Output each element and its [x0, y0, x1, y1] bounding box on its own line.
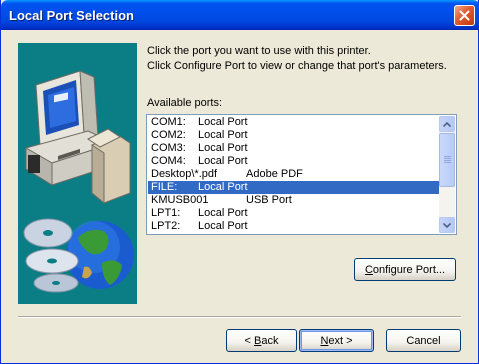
close-button[interactable] — [454, 5, 475, 26]
port-description: Local Port — [198, 142, 248, 154]
cancel-button[interactable]: Cancel — [386, 329, 461, 352]
port-name: COM3: — [151, 142, 186, 154]
port-list-item[interactable]: COM4: Local Port — [148, 155, 440, 168]
port-list-item[interactable]: LPT2: Local Port — [148, 220, 440, 233]
ports-listbox[interactable]: COM1: Local Port COM2: Local Port COM3: Local… — [146, 114, 457, 235]
chevron-down-icon — [443, 222, 451, 228]
port-list-item[interactable]: COM2: Local Port — [148, 129, 440, 142]
chevron-up-icon — [443, 121, 451, 127]
next-button[interactable]: Next > — [299, 329, 374, 352]
port-description: Local Port — [198, 116, 248, 128]
configure-port-button[interactable]: Configure Port... — [354, 258, 456, 281]
wizard-illustration — [18, 43, 137, 304]
port-description: Local Port — [198, 207, 248, 219]
port-description: Local Port — [198, 181, 248, 193]
port-list-item[interactable]: KMUSB001 USB Port — [148, 194, 440, 207]
port-name: Desktop\*.pdf — [151, 168, 218, 180]
port-list-item[interactable]: LPT1: Local Port — [148, 207, 440, 220]
dialog-window: Local Port Selection Click the port you … — [0, 0, 479, 364]
port-printer: Adobe PDF — [246, 168, 303, 180]
port-description: Local Port — [198, 220, 248, 232]
port-name: LPT2: — [151, 220, 181, 232]
port-name: COM4: — [151, 155, 186, 167]
close-icon — [459, 10, 470, 21]
available-ports-label: Available ports: — [147, 97, 223, 109]
computer-disc-globe-icon — [23, 70, 134, 293]
scroll-down-button[interactable] — [439, 217, 455, 233]
ports-list: COM1: Local Port COM2: Local Port COM3: Local… — [148, 116, 440, 233]
port-name: FILE: — [151, 181, 178, 193]
port-list-item[interactable]: COM3: Local Port — [148, 142, 440, 155]
port-name: COM1: — [151, 116, 186, 128]
port-name: LPT1: — [151, 207, 181, 219]
scroll-thumb[interactable] — [439, 133, 455, 187]
port-name: KMUSB001 — [151, 194, 209, 206]
port-description: Local Port — [198, 129, 248, 141]
title-bar[interactable]: Local Port Selection — [1, 0, 479, 30]
instruction-line-2: Click Configure Port to view or change t… — [147, 60, 447, 72]
port-name: COM2: — [151, 129, 186, 141]
instructions: Click the port you want to use with this… — [147, 44, 467, 74]
port-description: Local Port — [198, 155, 248, 167]
port-list-item[interactable]: COM1: Local Port — [148, 116, 440, 129]
instruction-line-1: Click the port you want to use with this… — [147, 45, 371, 57]
scroll-up-button[interactable] — [439, 116, 455, 132]
port-list-item[interactable]: FILE: Local Port — [148, 181, 440, 194]
back-button[interactable]: < Back — [226, 329, 297, 352]
separator — [18, 316, 461, 318]
port-list-item[interactable]: Desktop\*.pdf Adobe PDF — [148, 168, 440, 181]
port-printer: USB Port — [246, 194, 292, 206]
vertical-scrollbar[interactable] — [439, 116, 455, 233]
window-title: Local Port Selection — [9, 8, 134, 23]
